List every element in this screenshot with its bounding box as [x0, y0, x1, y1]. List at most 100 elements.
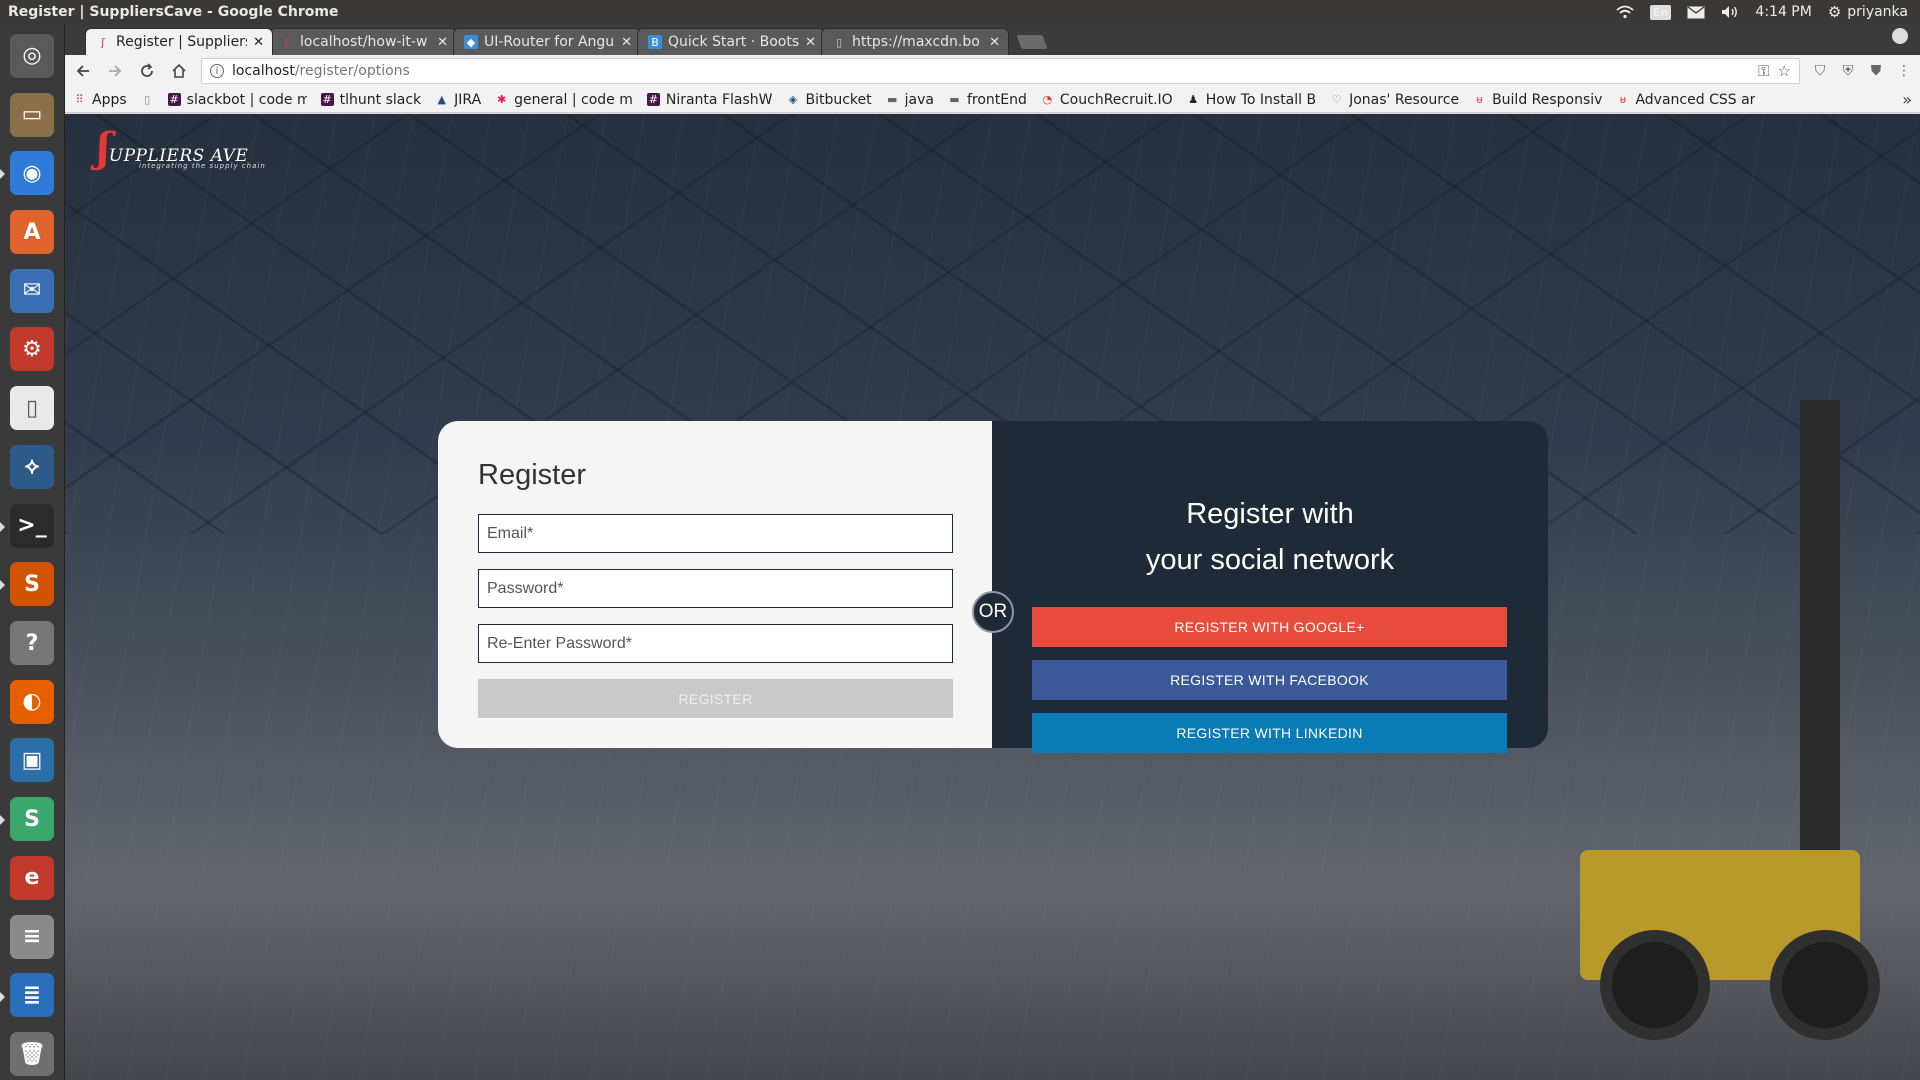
bookmark-item[interactable]: ✱ general | code m: [495, 92, 633, 108]
remote-desktop-icon: ▣: [10, 738, 54, 783]
mysql-workbench-launcher-item[interactable]: ⟡: [6, 441, 58, 493]
files-launcher-item[interactable]: ▭: [6, 89, 58, 141]
register-button[interactable]: REGISTER: [478, 679, 953, 718]
writer-launcher-item[interactable]: ≣: [0, 970, 58, 1022]
system-settings-launcher-item[interactable]: ⚙: [6, 324, 58, 376]
database-launcher-item[interactable]: ≡: [6, 911, 58, 963]
thunderbird-launcher-item[interactable]: ✉: [6, 265, 58, 317]
bookmark-item[interactable]: # tlhunt slack: [320, 92, 421, 108]
re-enter-password-field[interactable]: [478, 624, 953, 663]
tab-title: UI-Router for Angu: [484, 34, 615, 50]
suppliers-cave-favicon: ʃ: [285, 35, 289, 49]
site-info-icon[interactable]: i: [210, 64, 224, 78]
extension-shield-icon[interactable]: ⛉: [1812, 63, 1828, 79]
page-icon: ▯: [144, 93, 151, 106]
clock[interactable]: 4:14 PM: [1755, 4, 1811, 20]
tab-close-icon[interactable]: ✕: [253, 35, 264, 50]
trash-launcher-item[interactable]: 🗑: [6, 1028, 58, 1080]
text-app-icon: e: [10, 855, 54, 900]
wifi-icon[interactable]: [1616, 5, 1634, 19]
browser-tab[interactable]: ◆ UI-Router for Angu ✕: [453, 28, 641, 55]
window-title: Register | SuppliersCave - Google Chrome: [8, 4, 339, 20]
bookmark-item[interactable]: ▬ frontEnd: [948, 92, 1027, 108]
bookmark-item[interactable]: ᵾ Advanced CSS ar: [1616, 92, 1755, 108]
bookmark-item[interactable]: ▯: [141, 93, 154, 106]
text-editor-launcher-item[interactable]: ▯: [6, 382, 58, 434]
folder-icon: ▬: [949, 93, 960, 106]
tab-strip: ʃ Register | Suppliers ✕ ʃ localhost/how-it-…: [65, 24, 1920, 55]
key-icon[interactable]: ⚿: [1758, 62, 1769, 80]
tab-title: Quick Start · Boots: [668, 34, 800, 50]
mail-icon[interactable]: [1687, 5, 1705, 19]
register-linkedin-button[interactable]: REGISTER WITH LINKEDIN: [1032, 713, 1507, 753]
ubuntu-dash-launcher-item[interactable]: ◎: [6, 30, 58, 82]
extension-privacy-icon[interactable]: ⛊: [1868, 63, 1884, 79]
tab-close-icon[interactable]: ✕: [621, 35, 632, 50]
bookmark-item[interactable]: ♡ Jonas' Resource: [1330, 92, 1459, 108]
back-button[interactable]: [73, 61, 93, 81]
bookmark-item[interactable]: # slackbot | code m: [167, 92, 307, 108]
bookmark-label: Advanced CSS ar: [1635, 91, 1756, 108]
bitbucket-favicon: ◈: [788, 93, 798, 106]
volume-icon[interactable]: [1721, 5, 1739, 19]
help-launcher-item[interactable]: ?: [6, 617, 58, 669]
social-register-title: Register with your social network: [1032, 491, 1508, 583]
browser-toolbar: i localhost/register/options ⚿ ☆ ⛉ ⛨ ⛊ ⋮: [65, 55, 1920, 87]
register-facebook-button[interactable]: REGISTER WITH FACEBOOK: [1032, 660, 1507, 700]
couch-favicon: ◔: [1042, 93, 1053, 106]
bookmark-item[interactable]: ♟ How To Install B: [1187, 92, 1316, 108]
chrome-launcher-item[interactable]: ◉: [0, 147, 58, 199]
bookmarks-bar: ⠿ Apps ▯ # slackbot | code m # tlhunt slack ▲ JI…: [65, 87, 1920, 113]
bookmark-item[interactable]: ▬ java: [886, 92, 934, 108]
bookmark-item[interactable]: ▲ JIRA: [435, 92, 481, 108]
browser-tab[interactable]: B Quick Start · Boots ✕: [637, 28, 825, 55]
tab-close-icon[interactable]: ✕: [805, 35, 816, 50]
tab-close-icon[interactable]: ✕: [989, 35, 1000, 50]
sublime-text-launcher-item[interactable]: S: [0, 558, 58, 610]
url-path: /register/options: [294, 63, 410, 79]
gear-icon: ⚙: [1827, 3, 1842, 21]
bookmark-item[interactable]: ᵾ Build Responsiv: [1473, 92, 1603, 108]
bookmark-item[interactable]: ◈ Bitbucket: [786, 92, 872, 108]
profile-icon[interactable]: [1892, 28, 1908, 44]
browser-tab[interactable]: ▯ https://maxcdn.bo ✕: [821, 28, 1009, 55]
bookmark-star-icon[interactable]: ☆: [1778, 62, 1791, 80]
slack-launcher-item[interactable]: S: [0, 793, 58, 845]
password-field[interactable]: [478, 569, 953, 608]
bookmark-item[interactable]: ◔ CouchRecruit.IO: [1041, 92, 1173, 108]
bookmark-label: How To Install B: [1205, 91, 1317, 108]
text-app-launcher-item[interactable]: e: [6, 852, 58, 904]
social-title-line1: Register with: [1186, 498, 1354, 530]
extension-adblock-icon[interactable]: ⛨: [1840, 63, 1856, 79]
sublime-text-icon: S: [10, 562, 54, 607]
software-center-launcher-item[interactable]: A: [6, 206, 58, 258]
terminal-icon: >_: [10, 503, 54, 548]
tab-title: Register | Suppliers: [116, 34, 248, 50]
reload-button[interactable]: [137, 61, 157, 81]
trash-icon: 🗑: [10, 1032, 54, 1077]
site-logo[interactable]: ʃ UPPLIERS AVE integrating the supply ch…: [97, 128, 266, 171]
bookmark-item[interactable]: ⠿ Apps: [73, 92, 126, 108]
keyboard-layout-indicator[interactable]: En: [1650, 4, 1672, 20]
more-bookmarks-icon[interactable]: »: [1902, 90, 1912, 109]
url-text[interactable]: localhost/register/options: [232, 63, 1750, 79]
bookmark-label: CouchRecruit.IO: [1059, 91, 1173, 108]
forward-button[interactable]: [105, 61, 125, 81]
home-button[interactable]: [169, 61, 189, 81]
ubuntu-dash-icon: ◎: [10, 33, 54, 78]
address-bar[interactable]: i localhost/register/options ⚿ ☆: [201, 58, 1800, 84]
tab-close-icon[interactable]: ✕: [437, 35, 448, 50]
email-field[interactable]: [478, 514, 953, 553]
terminal-launcher-item[interactable]: >_: [0, 500, 58, 552]
chrome-menu-icon[interactable]: ⋮: [1896, 63, 1912, 79]
slack-color-favicon: ✱: [497, 93, 507, 106]
browser-tab[interactable]: ʃ Register | Suppliers ✕: [85, 28, 273, 55]
remote-desktop-launcher-item[interactable]: ▣: [6, 735, 58, 787]
firefox-icon: ◐: [10, 679, 54, 724]
new-tab-button[interactable]: [1016, 35, 1048, 49]
browser-tab[interactable]: ʃ localhost/how-it-w ✕: [269, 28, 457, 55]
firefox-launcher-item[interactable]: ◐: [6, 676, 58, 728]
bookmark-item[interactable]: # Niranta FlashW: [646, 92, 772, 108]
session-menu[interactable]: ⚙ priyanka: [1828, 3, 1908, 21]
register-google-button[interactable]: REGISTER WITH GOOGLE+: [1032, 607, 1507, 647]
